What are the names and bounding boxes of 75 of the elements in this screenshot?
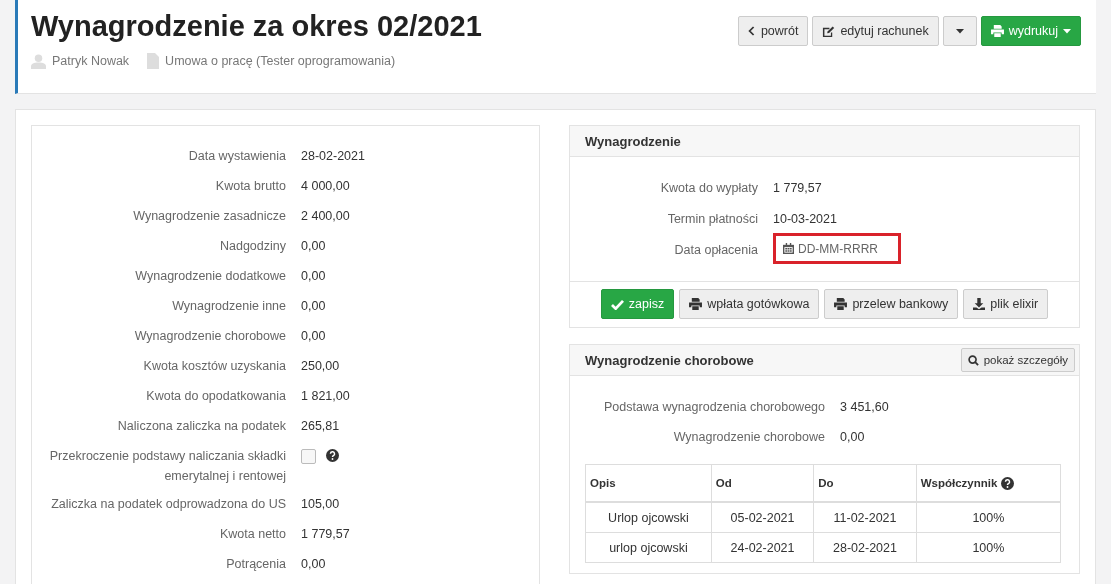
date-field[interactable]: DD-MM-RRRR <box>773 233 901 264</box>
caret-icon <box>955 28 964 34</box>
chevron-left-icon <box>747 26 756 36</box>
details-button[interactable]: pokaż szczegóły <box>960 348 1075 372</box>
edit-button[interactable]: edytuj rachunek <box>812 16 939 46</box>
search-icon <box>967 354 979 366</box>
download-button[interactable]: plik elixir <box>963 289 1049 319</box>
panel-title: Wynagrodzenie chorobowe <box>585 352 754 368</box>
field-value: 2 400,00 <box>301 208 351 225</box>
document-icon <box>147 53 160 69</box>
field-label: Kwota kosztów uzyskania <box>142 358 286 375</box>
field-label: Termin płatności <box>666 211 758 228</box>
column-header: Do <box>813 464 917 502</box>
download-icon <box>973 298 986 310</box>
field-label: Wynagrodzenie inne <box>171 298 286 315</box>
help-icon <box>326 449 339 462</box>
page-title: Wynagrodzenie za okres 02/2021 <box>31 9 482 44</box>
field-label: Kwota do wypłaty <box>659 180 758 197</box>
field-label: Naliczona zaliczka na podatek <box>116 418 286 435</box>
field-value: 265,81 <box>301 418 341 435</box>
field-label: Wynagrodzenie zasadnicze <box>132 208 286 225</box>
table-cell: 100% <box>916 532 1061 563</box>
field-label: Kwota netto <box>219 526 286 543</box>
table-cell: 05-02-2021 <box>711 502 814 533</box>
field-label: Kwota do opodatkowania <box>145 388 286 405</box>
contract-type: Umowa o pracę (Tester oprogramowania) <box>165 54 396 68</box>
check-icon <box>610 298 624 310</box>
dropdown-button[interactable] <box>942 16 977 46</box>
printer-icon <box>990 25 1004 37</box>
field-label: Nadgodziny <box>219 238 286 255</box>
print-button[interactable]: przelew bankowy <box>824 289 959 319</box>
print-button[interactable]: wpłata gotówkowa <box>679 289 820 319</box>
employee-name: Patryk Nowak <box>52 54 130 68</box>
table-cell: urlop ojcowski <box>585 532 712 563</box>
field-value: 0,00 <box>301 556 327 573</box>
printer-icon <box>689 298 703 310</box>
field-label: Kwota brutto <box>214 178 286 195</box>
field-label: Podstawa wynagrodzenia chorobowego <box>603 399 825 416</box>
field-value: 250,00 <box>301 358 341 375</box>
field-value: 1 779,57 <box>301 526 351 543</box>
table-cell: Urlop ojcowski <box>585 502 712 533</box>
field-value: 0,00 <box>301 298 327 315</box>
table-cell: 28-02-2021 <box>813 532 917 563</box>
field-label: Wynagrodzenie dodatkowe <box>134 268 286 285</box>
field-label: Data opłacenia <box>673 242 758 259</box>
column-header: Opis <box>585 464 712 502</box>
field-label: Data wystawienia <box>187 148 286 165</box>
user-icon <box>31 53 46 69</box>
caret-icon <box>1063 28 1071 34</box>
table-cell: 100% <box>916 502 1061 533</box>
field-value: 10-03-2021 <box>773 211 838 228</box>
field-value: 105,00 <box>301 496 341 513</box>
checkbox[interactable] <box>301 449 316 464</box>
field-value: 1 779,57 <box>773 180 823 197</box>
field-label: Zaliczka na podatek odprowadzona do US <box>50 496 286 513</box>
field-label: Wynagrodzenie chorobowe <box>133 328 286 345</box>
field-label: Potrącenia <box>225 556 286 573</box>
field-value: 3 451,60 <box>840 399 890 416</box>
back-button[interactable]: powrót <box>737 16 809 46</box>
field-label: Wynagrodzenie chorobowe <box>672 429 825 446</box>
panel-title: Wynagrodzenie <box>585 133 681 149</box>
printer-icon <box>834 298 848 310</box>
field-value: 0,00 <box>301 238 327 255</box>
field-value: 0,00 <box>840 429 866 446</box>
table-cell: 11-02-2021 <box>813 502 917 533</box>
field-value: 1 821,00 <box>301 388 351 405</box>
field-value: 0,00 <box>301 328 327 345</box>
table-cell: 24-02-2021 <box>711 532 814 563</box>
field-label: Przekroczenie podstawy naliczania składki emerytalnej i rentowej <box>48 448 286 485</box>
field-value: 0,00 <box>301 268 327 285</box>
edit-icon <box>822 24 836 38</box>
column-header: Współczynnik <box>916 464 1061 502</box>
field-value: 4 000,00 <box>301 178 351 195</box>
column-header: Od <box>711 464 814 502</box>
field-value: 28-02-2021 <box>301 148 366 165</box>
